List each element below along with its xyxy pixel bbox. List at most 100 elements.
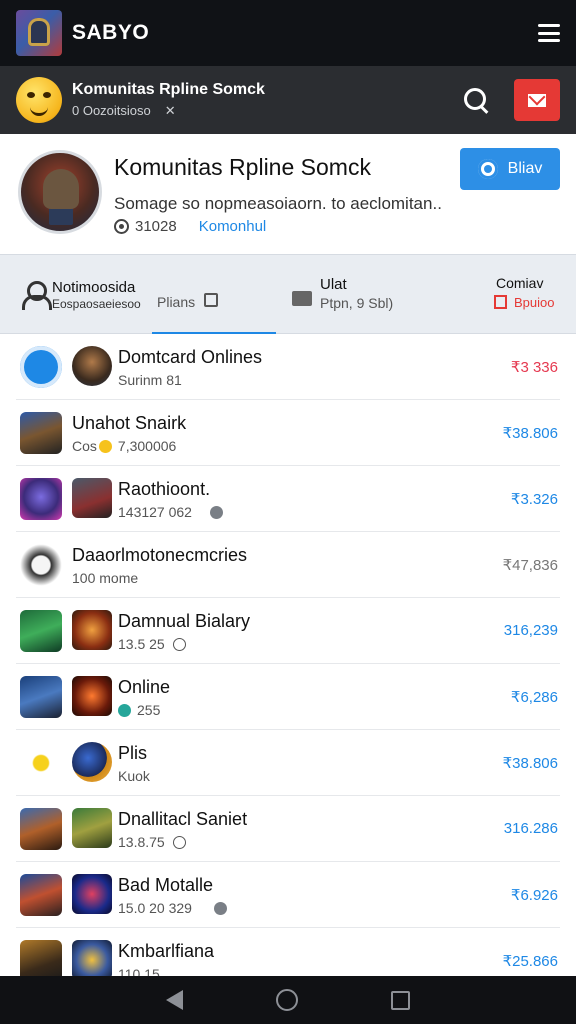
list-item-subtitle-text: 13.5 25: [118, 636, 165, 652]
game-list: Domtcard Onlines Surinm 81 ₹3 336 Unahot…: [0, 334, 576, 976]
list-item-value: 316,239: [503, 622, 558, 639]
status-icon: [209, 505, 223, 519]
recent-apps-icon[interactable]: [390, 990, 410, 1010]
game-thumbnail: [72, 874, 112, 914]
profile-stat-value: 31028: [135, 218, 177, 235]
app-logo[interactable]: [16, 10, 62, 56]
list-item-value: ₹38.806: [502, 425, 558, 442]
back-icon[interactable]: [166, 990, 184, 1010]
profile-avatar[interactable]: [18, 150, 102, 234]
tab-list-label: Ulat: [320, 276, 347, 293]
game-thumbnail: [72, 676, 112, 716]
list-item-subtitle-text: 100 mome: [72, 570, 139, 586]
profile-stats: 31028 Komonhul: [114, 218, 266, 235]
menu-icon[interactable]: [538, 24, 560, 42]
close-icon[interactable]: ✕: [165, 103, 176, 118]
list-item-subtitle: Cos 7,300006: [72, 438, 176, 454]
game-thumbnail: [20, 808, 62, 850]
list-item[interactable]: Damnual Bialary 13.5 25 316,239: [16, 598, 560, 664]
community-header: Komunitas Rpline Somck 0 Oozoitsioso ✕: [0, 66, 576, 134]
list-item-subtitle: 143127 062: [118, 504, 223, 520]
follow-button-label: Bliav: [507, 160, 543, 177]
app-bar: SABYO: [0, 0, 576, 66]
list-item-subtitle: 13.8.75: [118, 834, 186, 850]
list-item[interactable]: Unahot Snairk Cos 7,300006 ₹38.806: [16, 400, 560, 466]
search-icon[interactable]: [456, 80, 496, 120]
tab-players-label: Plians: [157, 294, 196, 310]
list-item-subtitle: 15.0 20 329: [118, 900, 227, 916]
game-thumbnail: [72, 610, 112, 650]
list-item-title: Raothioont.: [118, 479, 211, 499]
list-item-subtitle-text: Kuok: [118, 768, 150, 784]
list-item-value: 316.286: [503, 820, 558, 837]
list-item-value: ₹6.926: [510, 887, 558, 904]
list-item-value: ₹6,286: [510, 689, 558, 706]
list-item-subtitle: 110.15: [118, 966, 160, 976]
list-item-title: Domtcard Onlines: [118, 347, 263, 367]
box-icon: [204, 293, 218, 307]
system-nav-bar: [0, 976, 576, 1024]
game-thumbnail: [72, 742, 112, 782]
game-thumbnail: [72, 808, 112, 848]
game-thumbnail: [72, 346, 112, 386]
game-thumbnail: [20, 412, 62, 454]
mail-icon: [528, 93, 546, 107]
tab-notifications[interactable]: Notimoosida Eospaosaeiesoo: [0, 255, 150, 333]
community-header-text: Komunitas Rpline Somck 0 Oozoitsioso ✕: [72, 81, 265, 119]
star-icon: [20, 742, 62, 784]
app-title: SABYO: [72, 21, 150, 44]
tab-report-sublabel: Bpuioo: [514, 295, 555, 310]
mail-button[interactable]: [514, 79, 560, 121]
list-item[interactable]: Kmbarlfiana 110.15 ₹25.866: [16, 928, 560, 976]
status-icon: [213, 901, 227, 915]
home-icon[interactable]: [275, 989, 298, 1011]
list-item-subtitle-text: 255: [137, 702, 161, 718]
list-item-subtitle: Surinm 81: [118, 372, 182, 388]
community-header-meta: 0 Oozoitsioso ✕: [72, 103, 265, 119]
list-item-title: Damnual Bialary: [118, 611, 251, 631]
game-thumbnail: [72, 940, 112, 976]
tab-list-sublabel: Ptpn, 9 Sbl): [320, 295, 394, 311]
profile-link[interactable]: Komonhul: [199, 218, 267, 235]
tab-list[interactable]: Ulat Ptpn, 9 Sbl): [276, 255, 406, 333]
coin-icon: [98, 439, 112, 453]
game-thumbnail: [20, 478, 62, 520]
tab-bar: Notimoosida Eospaosaeiesoo Plians Ulat P…: [0, 254, 576, 335]
list-item-subtitle: 255: [118, 702, 160, 718]
list-item-subtitle-text: 15.0 20 329: [118, 900, 192, 916]
list-item[interactable]: Dnallitacl Saniet 13.8.75 316.286: [16, 796, 560, 862]
profile-description: Somage so nopmeasoiaorn. to aeclomitan..: [114, 194, 442, 213]
list-item-subtitle-text: 110.15: [118, 966, 160, 976]
list-item-title: Plis: [118, 743, 148, 763]
folder-icon: [292, 291, 312, 306]
status-icon: [172, 835, 186, 849]
tab-report[interactable]: Comiav Bpuioo: [476, 255, 576, 333]
community-profile: Komunitas Rpline Somck Somage so nopmeas…: [0, 134, 576, 254]
list-item-subtitle-text: Surinm 81: [118, 372, 182, 388]
list-item[interactable]: Bad Motalle 15.0 20 329 ₹6.926: [16, 862, 560, 928]
members-icon: [114, 219, 129, 234]
tab-players[interactable]: Plians: [152, 255, 276, 335]
tab-notifications-label: Notimoosida: [52, 279, 136, 296]
game-thumbnail: [20, 874, 62, 916]
shield-icon: [20, 346, 62, 388]
tab-report-label: Comiav: [496, 275, 544, 291]
community-header-title: Komunitas Rpline Somck: [72, 81, 265, 98]
list-item-value: ₹38.806: [502, 755, 558, 772]
status-icon: [172, 637, 186, 651]
game-thumbnail: [20, 610, 62, 652]
list-item[interactable]: Plis Kuok ₹38.806: [16, 730, 560, 796]
list-item[interactable]: Online 255 ₹6,286: [16, 664, 560, 730]
emoji-avatar-icon[interactable]: [16, 77, 62, 123]
list-item-subtitle: Kuok: [118, 768, 150, 784]
list-item-title: Kmbarlfiana: [118, 941, 215, 961]
list-item[interactable]: Raothioont. 143127 062 ₹3.326: [16, 466, 560, 532]
follow-button[interactable]: Bliav: [460, 148, 560, 190]
list-item-subtitle-text: 143127 062: [118, 504, 192, 520]
profile-title: Komunitas Rpline Somck: [114, 154, 371, 180]
list-item-title: Unahot Snairk: [72, 413, 187, 433]
list-item[interactable]: Domtcard Onlines Surinm 81 ₹3 336: [16, 334, 560, 400]
community-header-meta-text: 0 Oozoitsioso: [72, 103, 151, 118]
list-item[interactable]: Daaorlmotonecmcries 100 mome ₹47,836: [16, 532, 560, 598]
flag-icon: [494, 295, 507, 309]
